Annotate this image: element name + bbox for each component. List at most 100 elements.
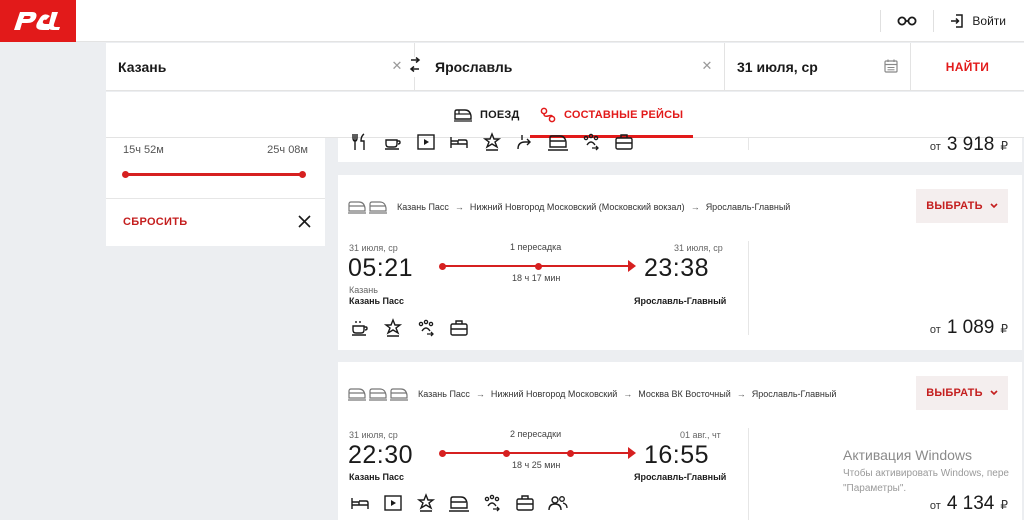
transfers-count: 1 пересадка	[510, 242, 562, 252]
accessibility-glasses-button[interactable]	[881, 0, 933, 42]
result-card: Казань Пасс → Нижний Новгород Московский…	[338, 175, 1022, 350]
train-icon	[369, 201, 387, 214]
departure-station: Казань Пасс	[349, 472, 405, 482]
arrival-date: 01 авг., чт	[680, 430, 721, 440]
coffee-icon	[352, 321, 368, 336]
trip-timeline	[439, 260, 636, 272]
tab-train-label: ПОЕЗД	[480, 109, 520, 121]
pets-icon	[484, 494, 500, 512]
train-icon	[369, 388, 387, 401]
arrival-time: 23:38	[644, 254, 710, 282]
arrival-time: 16:55	[644, 441, 710, 469]
amenities-list	[350, 318, 469, 338]
timeline-arrow	[628, 447, 636, 459]
video-icon	[384, 495, 402, 511]
from-station-value: Казань	[118, 59, 167, 75]
top-bar: Войти	[0, 0, 1024, 42]
route-station: Казань Пасс	[397, 202, 449, 212]
windows-activation-line: Чтобы активировать Windows, пере	[843, 468, 1009, 479]
duration-min-label: 15ч 52м	[123, 144, 164, 156]
timeline-stop	[439, 262, 446, 270]
swap-icon	[409, 56, 421, 73]
train-icon	[390, 388, 408, 401]
choose-label: ВЫБРАТЬ	[926, 200, 983, 212]
glasses-icon	[897, 16, 917, 26]
route-arrow: →	[623, 389, 633, 399]
date-value: 31 июля, ср	[737, 59, 818, 75]
route-arrow: →	[690, 202, 700, 212]
group-icon	[548, 496, 568, 511]
calendar-icon[interactable]	[884, 59, 898, 73]
filter-divider	[106, 198, 325, 199]
to-station-value: Ярославль	[435, 59, 513, 75]
departure-city: Казань	[349, 285, 378, 295]
trip-timeline	[439, 447, 636, 459]
transfers-count: 2 пересадки	[510, 429, 562, 439]
luggage-icon	[516, 495, 534, 511]
find-button[interactable]: НАЙТИ	[911, 43, 1024, 90]
result-card: Казань Пасс → Нижний Новгород Московский…	[338, 362, 1022, 520]
amenities-list	[350, 132, 634, 152]
choose-button[interactable]: ВЫБРАТЬ	[916, 189, 1008, 223]
timeline-stop	[503, 449, 510, 457]
route-arrow: →	[475, 389, 485, 399]
luggage-icon	[615, 134, 633, 150]
route-station: Нижний Новгород Московский (Московский в…	[469, 202, 685, 212]
reset-filters-button[interactable]: СБРОСИТЬ	[123, 216, 187, 228]
route-path: Казань Пасс → Нижний Новгород Московский…	[348, 200, 790, 214]
to-station-field[interactable]: Ярославль ✕	[408, 43, 725, 91]
route-station: Ярославль-Главный	[751, 389, 837, 399]
bed-icon	[351, 498, 369, 509]
transfer-icon	[517, 135, 531, 150]
amenities-list	[350, 493, 568, 513]
windows-activation-title: Активация Windows	[843, 447, 973, 463]
coffee-icon	[385, 139, 401, 150]
chevron-down-icon	[990, 390, 998, 396]
timeline-stop	[535, 262, 542, 270]
rzd-logo[interactable]	[0, 0, 76, 42]
duration-max-label: 25ч 08м	[267, 144, 308, 156]
train-icon	[348, 388, 366, 401]
from-station-field[interactable]: Казань ✕	[106, 43, 415, 91]
route-station: Москва ВК Восточный	[638, 389, 731, 399]
price-prefix: от	[929, 324, 941, 336]
search-bar: Казань ✕ Ярославль ✕ 31 июля, ср НАЙТИ	[106, 43, 1024, 91]
route-station: Нижний Новгород Московский	[490, 389, 618, 399]
pets-icon	[418, 319, 434, 337]
duration-slider-min-handle[interactable]	[122, 170, 129, 178]
login-button[interactable]: Войти	[934, 0, 1024, 42]
login-icon	[951, 14, 964, 28]
award-icon	[416, 493, 436, 512]
trip-duration: 18 ч 17 мин	[512, 273, 561, 283]
choose-button[interactable]: ВЫБРАТЬ	[916, 376, 1008, 410]
clear-from-icon[interactable]: ✕	[390, 59, 404, 73]
train-icon	[548, 135, 568, 151]
pets-icon	[583, 133, 599, 151]
award-icon	[482, 132, 502, 151]
duration-slider[interactable]	[122, 170, 306, 178]
price: от 1 089 ₽	[930, 317, 1008, 339]
clear-to-icon[interactable]: ✕	[700, 59, 714, 73]
route-transfer-icon	[540, 107, 556, 123]
rzd-logo-icon	[14, 12, 60, 30]
price: от 4 134 ₽	[930, 493, 1008, 515]
card-divider	[748, 428, 749, 520]
price: от 3 918 ₽	[930, 134, 1008, 156]
route-station: Казань Пасс	[418, 389, 470, 399]
card-divider	[748, 138, 749, 150]
swap-stations-button[interactable]	[408, 56, 422, 77]
windows-activation-text: Чтобы активировать Windows, пере "Параме…	[843, 466, 1009, 496]
duration-slider-max-handle[interactable]	[299, 170, 306, 178]
date-field[interactable]: 31 июля, ср	[725, 43, 911, 91]
timeline-stop	[567, 449, 574, 457]
login-label: Войти	[972, 14, 1006, 28]
price-value: 3 918	[946, 134, 995, 155]
result-card: от 3 918 ₽	[338, 132, 1022, 162]
currency-symbol: ₽	[1000, 139, 1008, 153]
timeline-arrow	[628, 260, 636, 272]
price-prefix: от	[929, 141, 941, 153]
close-icon[interactable]	[298, 215, 311, 228]
timeline-stop	[439, 449, 446, 457]
route-arrow: →	[454, 202, 464, 212]
departure-time: 22:30	[348, 441, 414, 469]
